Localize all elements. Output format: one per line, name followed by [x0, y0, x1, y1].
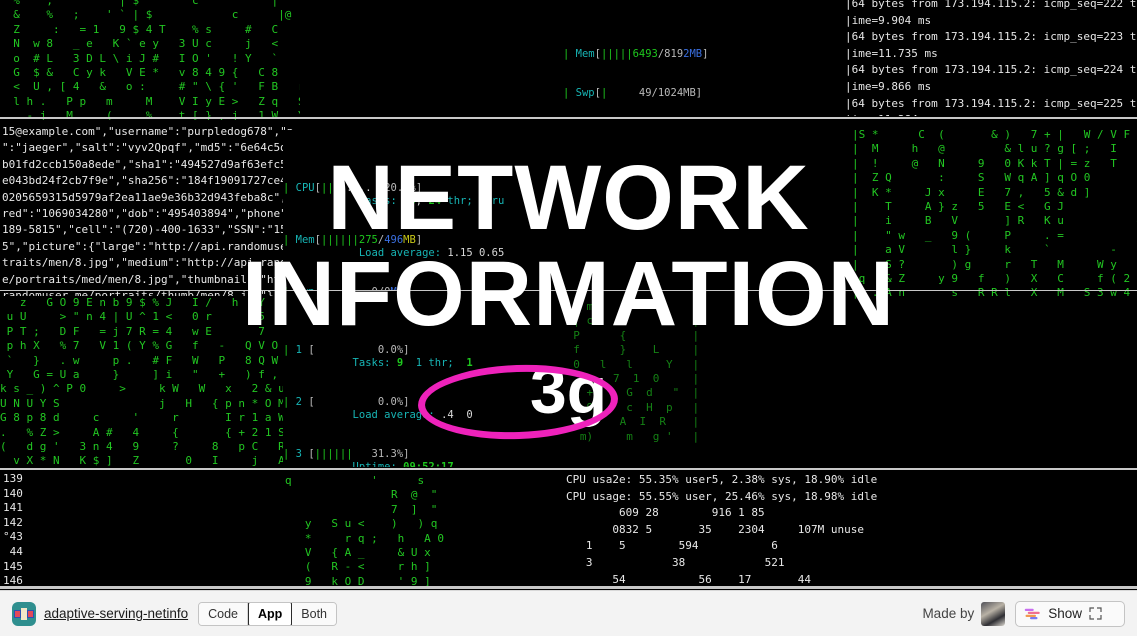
logo-right-shape [27, 609, 34, 618]
expand-arrows-icon [1089, 607, 1116, 620]
view-mode-app[interactable]: App [247, 602, 293, 625]
glitch-project-icon[interactable] [12, 601, 36, 626]
toolbar-left-group: adaptive-serving-netinfo Code App Both [12, 601, 338, 626]
bottom-toolbar: adaptive-serving-netinfo Code App Both M… [0, 590, 1137, 636]
pane-divider-horizontal-2 [0, 290, 1137, 291]
htop-mid-meters: | CPU[||||.... 20.2%] Tasks: 60, 24 thr;… [283, 182, 505, 290]
htop-bot-meters: | 1 [ 0.0%] Tasks: 9 1 thr; 1 | 2 [ 0.0%… [283, 344, 473, 467]
htop-pane-bottom: | 1 [ 0.0%] Tasks: 9 1 thr; 1 | 2 [ 0.0%… [283, 292, 573, 467]
matrix-block-middle-left: z G O 9 E n b 9 $ % J I / h Y % | u U > … [0, 296, 290, 476]
view-mode-toggle[interactable]: Code App Both [198, 601, 338, 626]
ping-output-pane: |64 bytes from 173.194.115.2: icmp_seq=2… [845, 0, 1137, 116]
toolbar-right-group: Made by Show [922, 600, 1125, 627]
app-root: % ; ' ' | $ c | & % ; ' ` | $ c |@ Z : =… [0, 0, 1137, 636]
terminal-collage: % ; ' ' | $ c | & % ; ' ` | $ c |@ Z : =… [0, 0, 1137, 590]
avatar[interactable] [981, 601, 1006, 626]
show-button-label: Show [1048, 606, 1082, 621]
pane-divider-horizontal-1 [0, 117, 1137, 119]
pane-divider-horizontal-3 [0, 468, 1137, 470]
show-button[interactable]: Show [1015, 600, 1125, 627]
glitch-logo-icon [1024, 608, 1040, 619]
cpu-usage-pane: CPU usa2e: 55.35% user5, 2.38% sys, 18.9… [566, 472, 1126, 590]
pane-divider-bottom [0, 586, 1137, 589]
json-output-pane: 15@example.com","username":"purpledog678… [2, 124, 294, 324]
view-mode-code[interactable]: Code [199, 602, 248, 625]
logo-left-shape [14, 609, 21, 618]
matrix-block-top-right: |S * C ( & ) 7 + | W / V F | M h @ & l u… [852, 128, 1137, 308]
matrix-block-bottom-right: / m | A | c | e P { | e f } L | | 0 l l … [560, 300, 860, 460]
htop-pane-middle: | CPU[||||.... 20.2%] Tasks: 60, 24 thr;… [283, 130, 573, 290]
made-by-label: Made by [922, 606, 975, 621]
editor-line-numbers-pane: 139 140 141 142 °43 44 145 146 [3, 472, 63, 590]
view-mode-both[interactable]: Both [292, 602, 337, 625]
matrix-block-top-left: % ; ' ' | $ c | & % ; ' ` | $ c |@ Z : =… [0, 0, 300, 120]
matrix-block-bottom: q ' s R @ " 7 ] " y S u < ) ) q * r q ; … [285, 474, 575, 589]
project-name-link[interactable]: adaptive-serving-netinfo [44, 606, 188, 621]
htop-top-meters: | Mem[|||||6493/8192MB] | Swp[| 49/1024M… [563, 48, 709, 99]
htop-pane-top: | Mem[|||||6493/8192MB] | Swp[| 49/1024M… [563, 0, 845, 112]
